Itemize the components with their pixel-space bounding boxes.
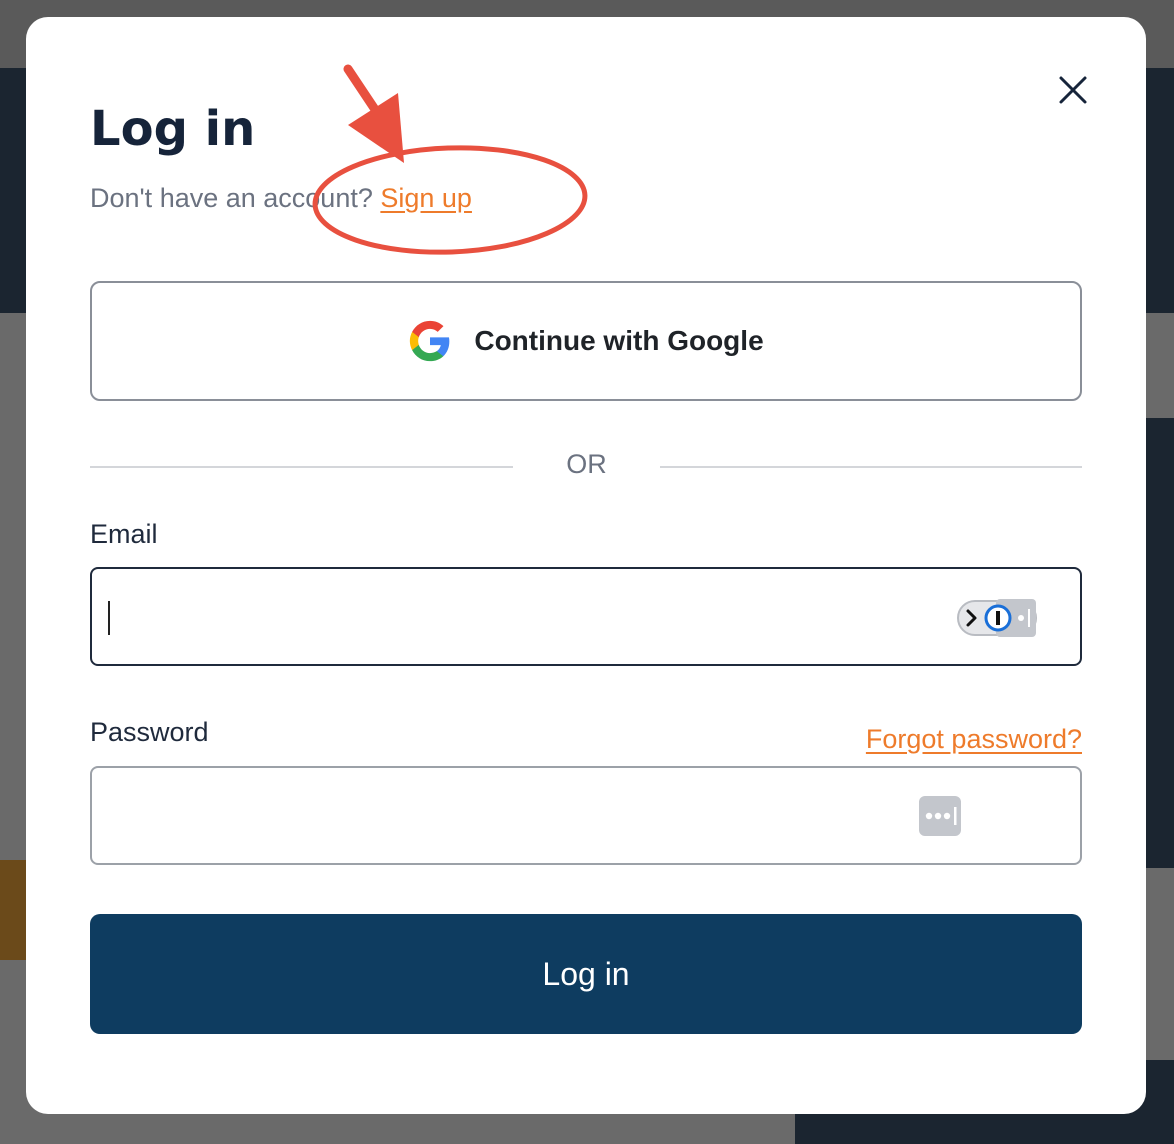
annotation-arrow-head — [348, 93, 404, 163]
password-dots-icon[interactable] — [919, 796, 963, 836]
divider-left — [90, 466, 513, 468]
email-label: Email — [90, 519, 158, 549]
background-dark-panel — [1146, 418, 1174, 868]
login-button-label: Log in — [542, 955, 630, 992]
close-icon — [1059, 76, 1087, 104]
google-g-icon — [410, 320, 450, 362]
password-field-container — [90, 766, 1082, 865]
login-modal: Log in Don't have an account? Sign up Co… — [26, 17, 1146, 1114]
background-accent-strip — [0, 860, 26, 960]
annotation-highlight — [312, 64, 588, 255]
continue-with-google-button[interactable]: Continue with Google — [90, 281, 1082, 401]
divider-right — [660, 466, 1082, 468]
close-button[interactable] — [1058, 75, 1088, 105]
annotation-arrow-shaft — [343, 64, 393, 134]
page-title: Log in — [90, 101, 256, 157]
email-field[interactable] — [106, 569, 926, 664]
password-field[interactable] — [106, 768, 926, 863]
signup-link[interactable]: Sign up — [380, 183, 472, 213]
password-manager-icon[interactable] — [956, 599, 1040, 637]
login-button[interactable]: Log in — [90, 914, 1082, 1034]
email-field-container — [90, 567, 1082, 666]
password-label: Password — [90, 717, 209, 747]
divider-or-text: OR — [566, 449, 607, 479]
google-button-label: Continue with Google — [474, 325, 764, 356]
signup-prompt: Don't have an account? Sign up — [90, 183, 472, 214]
signup-prompt-text: Don't have an account? — [90, 183, 373, 213]
forgot-password-link[interactable]: Forgot password? — [866, 724, 1082, 755]
